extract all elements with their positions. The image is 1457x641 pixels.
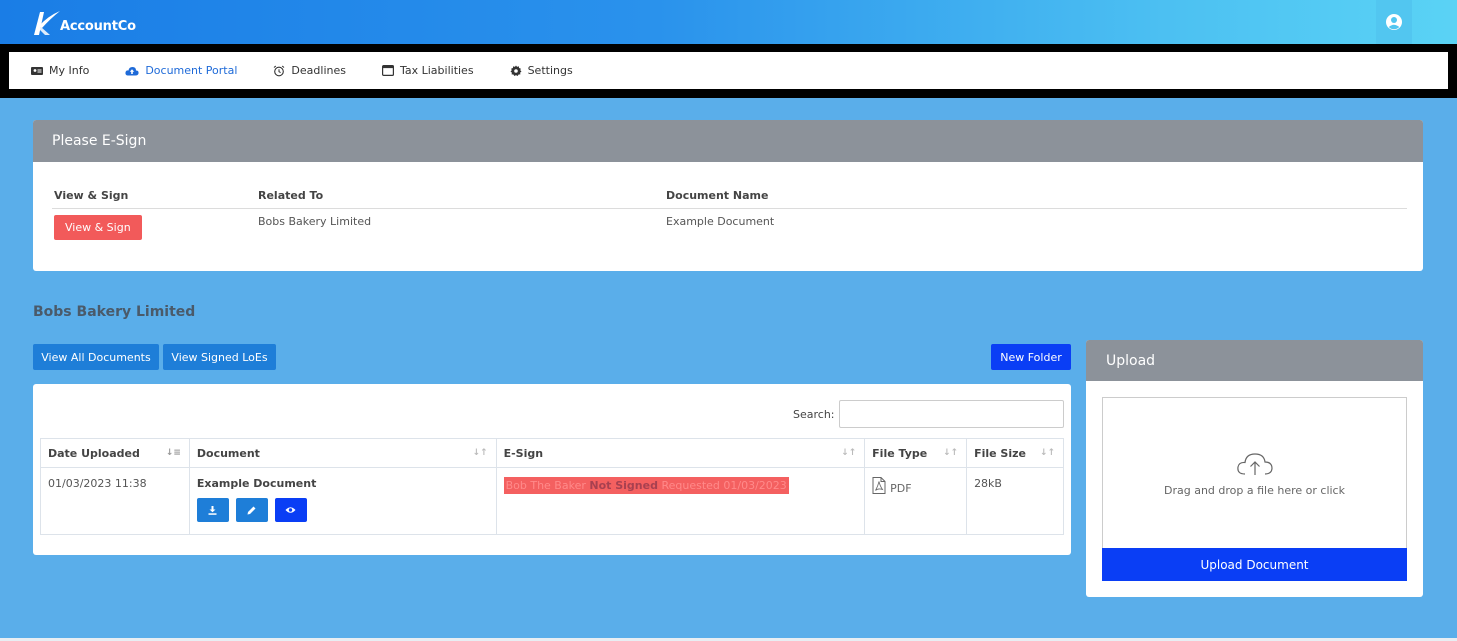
nav-label: Deadlines (291, 64, 346, 77)
view-sign-button[interactable]: View & Sign (54, 215, 142, 240)
sort-icon: ↓↑ (472, 448, 488, 458)
column-header-file-type[interactable]: File Type ↓↑ (864, 438, 968, 468)
nav-item-document-portal[interactable]: Document Portal (125, 64, 237, 77)
sort-icon: ↓↑ (1039, 448, 1055, 458)
date-uploaded-cell: 01/03/2023 11:38 (40, 467, 190, 535)
file-dropzone[interactable]: Drag and drop a file here or click (1102, 397, 1407, 549)
sort-icon: ↓↑ (841, 448, 857, 458)
document-cell: Example Document (188, 467, 497, 535)
column-header-esign[interactable]: E-Sign ↓↑ (495, 438, 866, 468)
download-icon (208, 505, 217, 515)
view-button[interactable] (274, 498, 307, 522)
nav-label: Settings (527, 64, 573, 77)
esign-row: View & Sign Bobs Bakery Limited Example … (52, 209, 1407, 247)
header-view-sign: View & Sign (54, 189, 129, 202)
upload-panel: Upload Drag and drop a file here or clic… (1086, 340, 1423, 597)
nav-item-settings[interactable]: Settings (510, 64, 573, 77)
documents-panel: Search: Date Uploaded ↓≡ Document ↓↑ E-Sig… (33, 384, 1071, 555)
id-card-icon (31, 66, 43, 75)
upload-panel-title: Upload (1086, 340, 1423, 381)
sort-desc-icon: ↓≡ (165, 448, 181, 458)
logo-mark-icon (30, 10, 62, 36)
download-button[interactable] (196, 498, 229, 522)
gear-icon (510, 65, 522, 76)
esign-panel-title: Please E-Sign (33, 120, 1423, 162)
esign-panel: Please E-Sign View & Sign Related To Doc… (33, 120, 1423, 271)
esign-table-header: View & Sign Related To Document Name (52, 183, 1407, 209)
user-menu-button[interactable] (1376, 0, 1412, 44)
column-header-file-size[interactable]: File Size ↓↑ (966, 438, 1064, 468)
view-all-documents-button[interactable]: View All Documents (33, 344, 159, 370)
header-related-to: Related To (258, 189, 324, 202)
nav-item-deadlines[interactable]: Deadlines (273, 64, 346, 77)
related-to-value: Bobs Bakery Limited (258, 215, 372, 228)
file-size-cell: 28kB (966, 467, 1064, 535)
table-row: 01/03/2023 11:38 Example Document Bob Th… (40, 467, 1064, 535)
sort-icon: ↓↑ (942, 448, 959, 458)
alarm-clock-icon (274, 65, 285, 76)
new-folder-button[interactable]: New Folder (991, 344, 1071, 370)
upload-document-button[interactable]: Upload Document (1102, 548, 1407, 581)
file-type-cell: PDF (864, 467, 968, 535)
cloud-upload-icon (125, 66, 139, 75)
pdf-file-icon (872, 477, 886, 494)
esign-table: View & Sign Related To Document Name Vie… (52, 183, 1407, 247)
brand-name: AccountCo (60, 18, 136, 34)
column-header-date-uploaded[interactable]: Date Uploaded ↓≡ (40, 438, 190, 468)
view-signed-loes-button[interactable]: View Signed LoEs (163, 344, 276, 370)
eye-icon (285, 507, 296, 513)
nav-label: Document Portal (145, 64, 238, 77)
dropzone-text: Drag and drop a file here or click (1164, 483, 1345, 497)
nav-item-tax-liabilities[interactable]: Tax Liabilities (381, 64, 474, 77)
nav-label: Tax Liabilities (399, 64, 474, 77)
document-name-value: Example Document (666, 215, 775, 228)
nav-label: My Info (49, 64, 90, 77)
window-icon (381, 65, 394, 76)
cloud-upload-outline-icon (1236, 452, 1273, 475)
search-label: Search: (793, 408, 835, 421)
column-header-document[interactable]: Document ↓↑ (188, 438, 497, 468)
header-document-name: Document Name (666, 189, 769, 202)
documents-table: Date Uploaded ↓≡ Document ↓↑ E-Sign ↓↑ File… (40, 438, 1064, 535)
nav-item-my-info[interactable]: My Info (31, 64, 89, 77)
file-type-value: PDF (890, 482, 912, 495)
search-input[interactable] (839, 400, 1064, 428)
user-avatar-icon (1386, 14, 1402, 30)
esign-status-badge: Bob The Baker Not Signed Requested 01/03… (503, 477, 789, 494)
edit-button[interactable] (235, 498, 268, 522)
top-bar: AccountCo (0, 0, 1457, 44)
document-name: Example Document (196, 477, 317, 490)
brand-logo[interactable]: AccountCo (30, 10, 136, 36)
main-nav: My Info Document Portal Deadlines Tax Li… (9, 52, 1448, 89)
pencil-icon (247, 506, 256, 514)
company-title: Bobs Bakery Limited (33, 304, 196, 320)
esign-cell: Bob The Baker Not Signed Requested 01/03… (495, 467, 866, 535)
